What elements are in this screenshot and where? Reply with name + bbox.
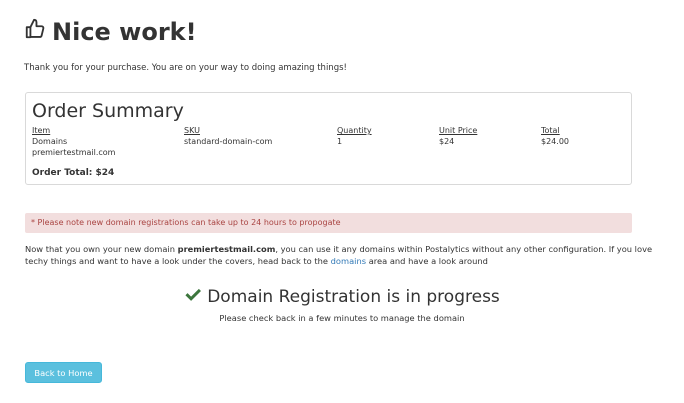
sku-column: SKU standard-domain-com [184,125,272,147]
page-title-text: Nice work! [52,18,197,46]
sku-cell: standard-domain-com [184,137,273,146]
thumbs-up-icon [24,18,46,46]
total-cell: $24.00 [541,137,569,146]
order-total: Order Total: $24 [32,168,115,178]
info-text-part1: Now that you own your new domain [25,244,178,254]
unit-price-column: Unit Price $24 [439,125,477,147]
total-header: Total [541,126,560,135]
item-domain-cell: premiertestmail.com [32,148,116,157]
item-column: Item Domains premiertestmail.com [32,125,115,158]
quantity-column: Quantity 1 [337,125,372,147]
thank-you-message: Thank you for your purchase. You are on … [24,63,347,73]
domain-name: premiertestmail.com [177,244,276,254]
checkmark-icon [184,287,202,307]
quantity-header: Quantity [337,126,372,135]
item-header: Item [32,126,51,135]
domains-link[interactable]: domains [331,256,366,266]
domain-info-text: Now that you own your new domain premier… [25,243,665,267]
page-title: Nice work! [24,18,197,46]
total-column: Total $24.00 [541,125,569,147]
info-text-part3: area and have a look around [366,256,488,266]
item-cell: Domains [32,137,68,146]
quantity-cell: 1 [337,137,343,146]
order-summary-title: Order Summary [32,100,184,122]
order-summary-panel: Order Summary Item Domains premiertestma… [25,92,632,185]
back-to-home-button[interactable]: Back to Home [25,362,102,383]
sku-header: SKU [184,126,200,135]
propagation-notice: * Please note new domain registrations c… [25,213,632,233]
unit-price-header: Unit Price [439,126,478,135]
registration-status-text: Domain Registration is in progress [207,287,500,307]
registration-status-subtitle: Please check back in a few minutes to ma… [219,313,465,323]
unit-price-cell: $24 [439,137,455,146]
registration-status-title: Domain Registration is in progress [0,287,684,307]
